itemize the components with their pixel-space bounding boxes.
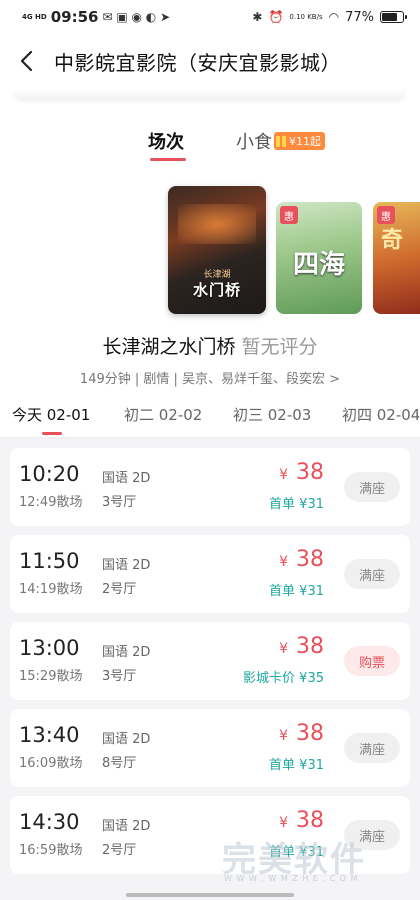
language-format: 国语 2D — [102, 645, 151, 660]
home-indicator[interactable] — [126, 893, 294, 897]
network-speed: 0.10 KB/s — [289, 13, 323, 21]
date-tab-day2[interactable]: 初二 02-02 — [124, 404, 202, 425]
price: ¥38 — [279, 634, 324, 659]
showtime-list: 10:20 12:49散场 国语 2D 3号厅 ¥38 首单 ¥31 满座 11… — [10, 448, 410, 883]
poster-third[interactable]: 惠 奇 — [373, 202, 420, 314]
sold-out-button[interactable]: 满座 — [344, 472, 400, 502]
movie-title: 长津湖之水门桥 — [102, 336, 236, 358]
language-format: 国语 2D — [102, 732, 151, 747]
currency-symbol: ¥ — [279, 554, 288, 570]
tab-snacks[interactable]: 小食 ¥11起 — [236, 128, 325, 154]
price-value: 38 — [296, 547, 324, 572]
discount-price: 首单 ¥31 — [269, 584, 324, 599]
battery-fill — [382, 13, 397, 21]
alarm-icon: ⏰ — [268, 10, 284, 24]
hall-name: 3号厅 — [102, 669, 137, 684]
date-active-indicator — [42, 432, 62, 435]
poster-artwork — [178, 204, 256, 244]
price: ¥38 — [279, 721, 324, 746]
end-time: 16:09散场 — [19, 756, 83, 771]
status-bar: 4G HD 09:56 ✉ ▣ ◉ ◐ ➤ ✱ ⏰ 0.10 KB/s ◠ 77… — [0, 0, 420, 34]
currency-symbol: ¥ — [279, 728, 288, 744]
hall-name: 2号厅 — [102, 582, 137, 597]
movie-info[interactable]: 149分钟 | 剧情 | 吴京、易烊千玺、段奕宏 > — [0, 368, 420, 387]
language-format: 国语 2D — [102, 558, 151, 573]
showtime-card[interactable]: 11:50 14:19散场 国语 2D 2号厅 ¥38 首单 ¥31 满座 — [10, 535, 410, 613]
date-tab-today[interactable]: 今天 02-01 — [12, 404, 90, 425]
language-format: 国语 2D — [102, 471, 151, 486]
price-value: 38 — [296, 721, 324, 746]
battery-icon — [380, 11, 407, 23]
hall-name: 2号厅 — [102, 843, 137, 858]
discount-price: 首单 ¥31 — [269, 497, 324, 512]
end-time: 16:59散场 — [19, 843, 83, 858]
tab-showtimes[interactable]: 场次 — [148, 128, 184, 154]
poster-title: 奇 — [381, 228, 404, 253]
price-value: 38 — [296, 808, 324, 833]
date-tab-day4[interactable]: 初四 02-04 — [342, 404, 420, 425]
hall-name: 3号厅 — [102, 495, 137, 510]
poster-second[interactable]: 惠 四海 — [276, 202, 362, 314]
currency-symbol: ¥ — [279, 641, 288, 657]
tab-snacks-label: 小食 — [236, 132, 272, 153]
start-time: 14:30 — [19, 810, 80, 834]
gift-icon — [276, 135, 286, 147]
price: ¥38 — [279, 460, 324, 485]
cinema-info-card-edge — [14, 88, 406, 100]
content-tabs: 场次 小食 ¥11起 — [0, 128, 420, 161]
buy-ticket-button[interactable]: 购票 — [344, 646, 400, 676]
start-time: 10:20 — [19, 462, 80, 486]
nav-bar: 中影皖宜影院（安庆宜影影城） — [0, 34, 420, 88]
watermark-url: W W W . W M Z H E . C O M — [224, 874, 359, 883]
battery-percent: 77% — [345, 9, 374, 25]
divider — [0, 437, 420, 438]
end-time: 14:19散场 — [19, 582, 83, 597]
discount-price: 首单 ¥31 — [269, 758, 324, 773]
end-time: 12:49散场 — [19, 495, 83, 510]
poster-selected[interactable]: 长津湖 水门桥 — [168, 186, 266, 314]
date-tabs: 今天 02-01 初二 02-02 初三 02-03 初四 02-04 — [0, 400, 420, 438]
start-time: 13:40 — [19, 723, 80, 747]
sold-out-button[interactable]: 满座 — [344, 733, 400, 763]
end-time: 15:29散场 — [19, 669, 83, 684]
price-value: 38 — [296, 634, 324, 659]
wifi-icon: ◠ — [328, 10, 340, 24]
price-value: 38 — [296, 460, 324, 485]
currency-symbol: ¥ — [279, 815, 288, 831]
date-tab-day3[interactable]: 初三 02-03 — [233, 404, 311, 425]
snack-badge-label: ¥11起 — [289, 135, 321, 148]
tab-active-indicator — [150, 158, 186, 161]
back-icon[interactable] — [4, 34, 48, 88]
poster-title: 四海 — [292, 250, 345, 280]
movie-hero: 场次 小食 ¥11起 长津湖 水门桥 惠 四海 惠 奇 长津湖之水门桥 暂无评分 … — [0, 88, 420, 438]
movie-rating: 暂无评分 — [241, 336, 318, 358]
movie-title-row: 长津湖之水门桥 暂无评分 — [0, 332, 420, 359]
start-time: 13:00 — [19, 636, 80, 660]
status-time: 09:56 — [50, 8, 99, 26]
currency-symbol: ¥ — [279, 467, 288, 483]
network-indicator: 4G HD — [22, 13, 47, 21]
language-format: 国语 2D — [102, 819, 151, 834]
hall-name: 8号厅 — [102, 756, 137, 771]
showtime-card[interactable]: 13:40 16:09散场 国语 2D 8号厅 ¥38 首单 ¥31 满座 — [10, 709, 410, 787]
showtime-card[interactable]: 10:20 12:49散场 国语 2D 3号厅 ¥38 首单 ¥31 满座 — [10, 448, 410, 526]
start-time: 11:50 — [19, 549, 80, 573]
sold-out-button[interactable]: 满座 — [344, 559, 400, 589]
showtime-card[interactable]: 13:00 15:29散场 国语 2D 3号厅 ¥38 影城卡价 ¥35 购票 — [10, 622, 410, 700]
discount-price: 影城卡价 ¥35 — [243, 671, 324, 686]
price: ¥38 — [279, 547, 324, 572]
poster-title: 水门桥 — [192, 281, 241, 299]
discount-badge: 惠 — [280, 206, 298, 224]
snack-price-badge: ¥11起 — [274, 132, 325, 150]
app-notification-icons: ✉ ▣ ◉ ◐ ➤ — [102, 10, 171, 24]
bluetooth-icon: ✱ — [252, 10, 263, 24]
price: ¥38 — [279, 808, 324, 833]
page-title: 中影皖宜影院（安庆宜影影城） — [54, 50, 341, 75]
